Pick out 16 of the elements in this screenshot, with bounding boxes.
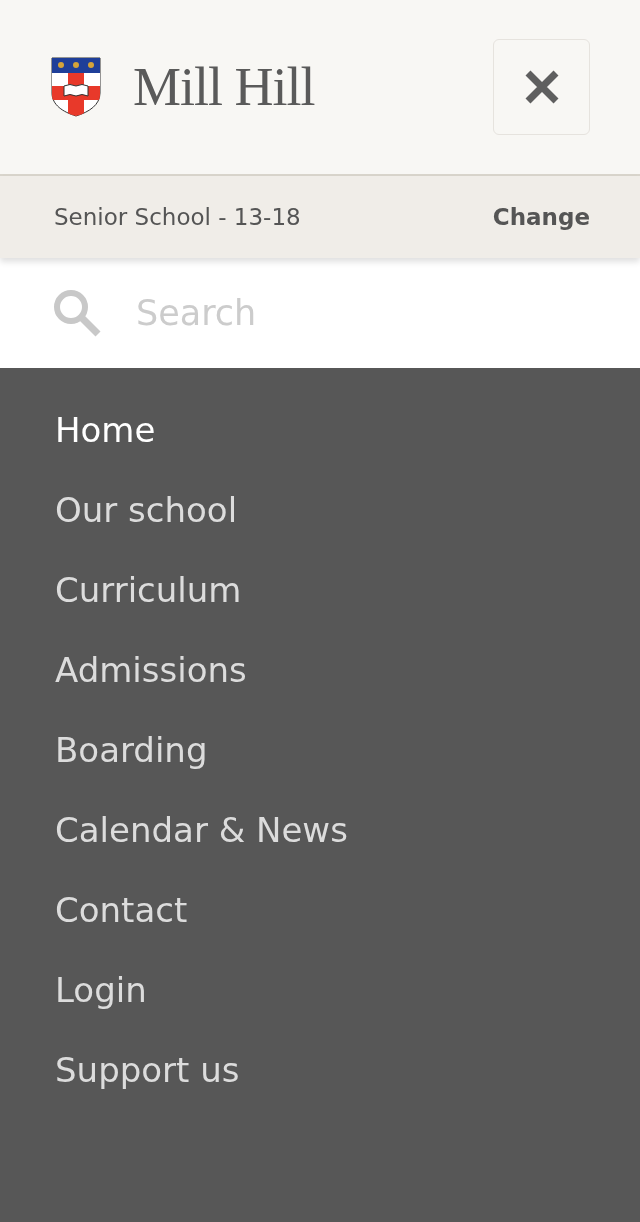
site-logo[interactable]: Mill Hill <box>133 56 315 118</box>
menu-item[interactable]: Admissions <box>55 630 247 710</box>
close-icon <box>523 69 560 105</box>
menu-item[interactable]: Login <box>55 950 147 1030</box>
change-link[interactable]: Change <box>492 204 590 230</box>
close-button[interactable] <box>493 39 590 135</box>
menu-item[interactable]: Calendar & News <box>55 790 348 870</box>
search-icon <box>52 288 102 338</box>
menu-item[interactable]: Support us <box>55 1030 240 1110</box>
menu-item[interactable]: Boarding <box>55 710 208 790</box>
school-crest-icon <box>51 57 101 117</box>
school-label: Senior School - 13-18 <box>54 204 301 230</box>
menu-item[interactable]: Curriculum <box>55 550 242 630</box>
menu-item[interactable]: Home <box>55 390 156 470</box>
menu-item[interactable]: Our school <box>55 470 238 550</box>
menu-item[interactable]: Contact <box>55 870 188 950</box>
